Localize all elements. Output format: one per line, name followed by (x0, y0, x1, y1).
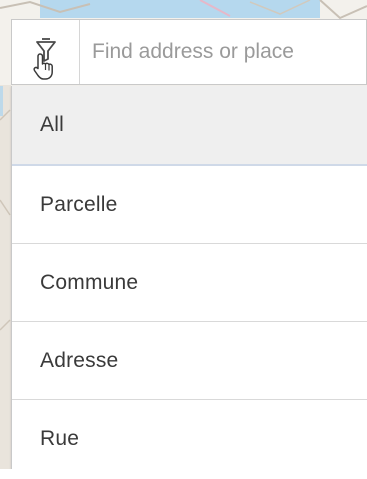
map-bottom-edge (0, 469, 367, 479)
dropdown-item-label: Commune (40, 270, 139, 294)
search-input[interactable] (80, 20, 366, 84)
search-source-dropdown: All Parcelle Commune Adresse Rue (11, 86, 367, 469)
dropdown-item-label: All (40, 113, 64, 136)
dropdown-item-all[interactable]: All (12, 86, 367, 166)
search-bar (11, 19, 367, 85)
dropdown-item-commune[interactable]: Commune (12, 244, 367, 322)
dropdown-item-adresse[interactable]: Adresse (12, 322, 367, 400)
filter-button[interactable] (12, 20, 80, 84)
dropdown-item-label: Adresse (40, 348, 119, 372)
dropdown-item-rue[interactable]: Rue (12, 400, 367, 478)
dropdown-item-label: Rue (40, 427, 80, 450)
dropdown-item-label: Parcelle (40, 192, 118, 216)
hand-pointer-icon (33, 53, 53, 80)
dropdown-item-parcelle[interactable]: Parcelle (12, 166, 367, 244)
